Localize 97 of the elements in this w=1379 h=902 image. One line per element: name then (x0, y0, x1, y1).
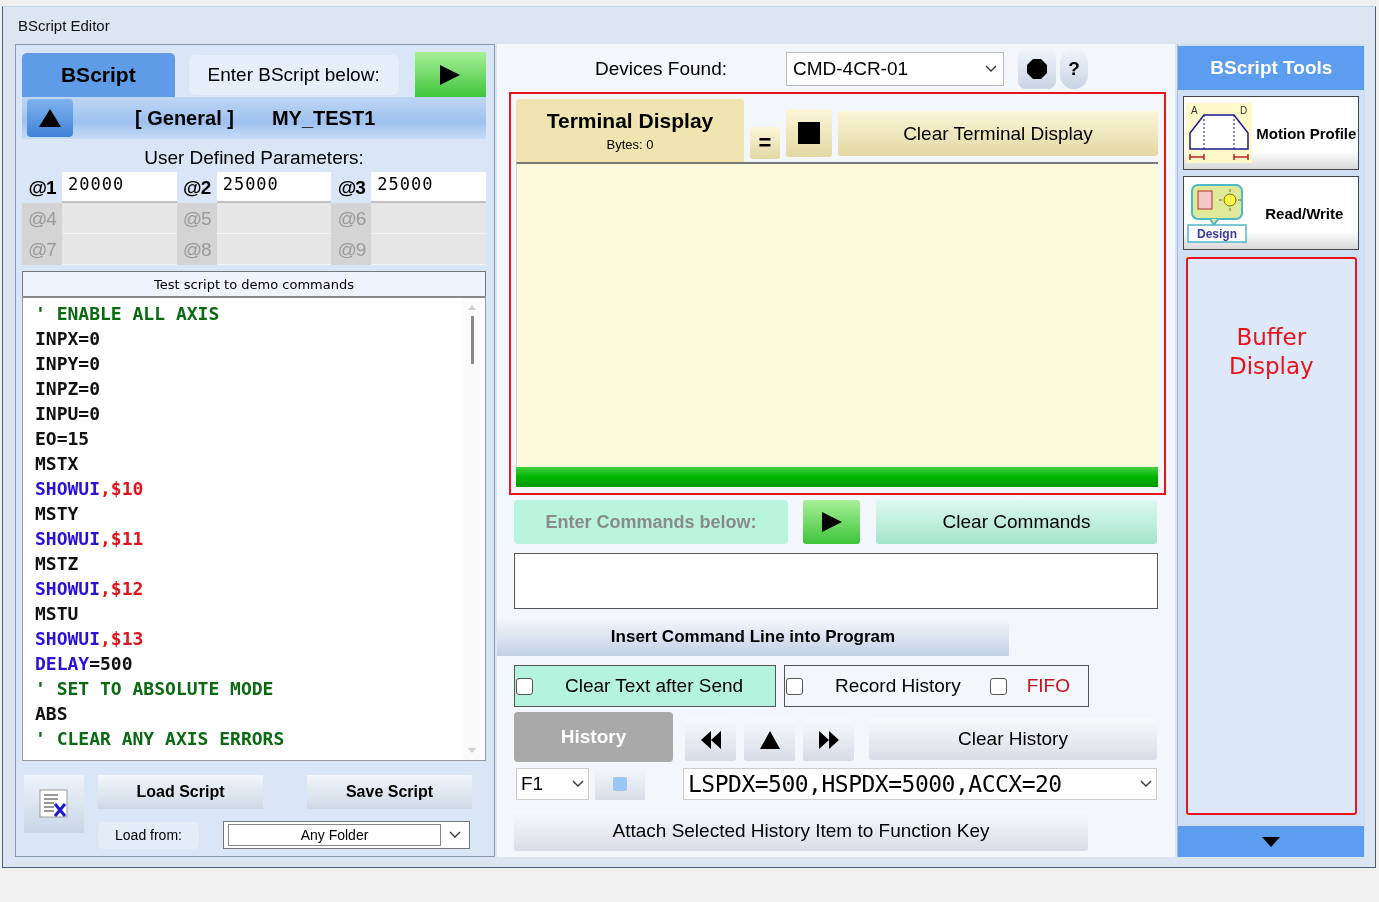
square-icon (798, 122, 820, 144)
parameter-label: @5 (176, 203, 217, 234)
code-line: INPY=0 (35, 352, 102, 376)
code-line: INPU=0 (35, 402, 102, 426)
code-line: INPX=0 (35, 327, 102, 351)
load-script-button[interactable]: Load Script (98, 775, 263, 809)
parameter-field[interactable]: 25000 (216, 172, 332, 203)
equal-button[interactable]: = (750, 127, 780, 159)
parameter-field[interactable]: 25000 (371, 172, 486, 203)
run-button[interactable] (414, 52, 486, 98)
code-line: MSTZ (35, 552, 80, 576)
history-dropdown[interactable]: LSPDX=500,HSPDX=5000,ACCX=20 (683, 768, 1157, 800)
code-line: MSTU (35, 602, 80, 626)
save-script-button[interactable]: Save Script (307, 775, 472, 809)
window-title: BScript Editor (18, 17, 110, 34)
tool-button[interactable]: A D Motion Profile (1183, 96, 1360, 170)
bscript-tab[interactable]: BScript (22, 53, 175, 97)
clear-script-button[interactable] (24, 775, 84, 833)
terminal-title: Terminal Display (546, 109, 714, 133)
option-label: Record History (835, 675, 961, 697)
square-icon (613, 777, 627, 791)
parameter-label: @1 (27, 175, 57, 200)
code-line: SHOWUI,$11 (35, 527, 145, 551)
code-line: SHOWUI,$10 (35, 477, 145, 501)
code-line: ' ENABLE ALL AXIS (35, 302, 221, 326)
code-line: ABS (35, 702, 69, 726)
clear-history-button[interactable]: Clear History (869, 718, 1157, 760)
code-line: DELAY=500 (35, 652, 134, 676)
parameters-title: User Defined Parameters: (143, 147, 365, 169)
prompt-label: Enter BScript below: (188, 55, 399, 95)
editor-title: Test script to demo commands (22, 271, 486, 296)
parameter-label: @2 (182, 175, 212, 200)
section-label: [ General ] (135, 106, 234, 130)
stop-square-button[interactable] (786, 109, 832, 157)
load-from-label: Load from: (98, 821, 199, 849)
devices-label: Devices Found: (595, 58, 728, 80)
play-icon (819, 511, 844, 533)
expand-icon[interactable] (1262, 836, 1281, 847)
folder-dropdown[interactable]: Any Folder (223, 821, 470, 849)
chevron-down-icon (449, 831, 461, 839)
fast-forward-icon (816, 731, 841, 749)
up-button[interactable] (744, 719, 795, 761)
parameter-field[interactable] (62, 234, 177, 265)
parameter-label: @3 (336, 175, 366, 200)
octagon-icon (1027, 59, 1047, 79)
clear-commands-button[interactable]: Clear Commands (876, 500, 1157, 544)
chevron-down-icon (1140, 780, 1152, 788)
parameter-label: @8 (176, 234, 217, 265)
function-key-dropdown[interactable]: F1 (516, 768, 589, 800)
code-line: MSTX (35, 452, 80, 476)
terminal-tab[interactable]: Terminal Display Bytes: 0 (516, 99, 744, 162)
code-editor[interactable]: ' ENABLE ALL AXIS INPX=0 INPY=0 INPZ=0 INPU=0 EO=15 MSTX SHOWUI,$10 MSTY SHOWUI,$11 MSTZ SHOWUI,$12 MSTU SHOWUI,$13 DELAY=500 ' SET TO ABSOLUTE MODE ABS ' CLEAR ANY AXIS ERRORS (22, 296, 486, 761)
parameter-field[interactable] (216, 203, 332, 234)
parameter-label: @4 (22, 203, 62, 234)
code-line: ' CLEAR ANY AXIS ERRORS (35, 727, 286, 751)
bytes-count: Bytes: 0 (606, 137, 654, 152)
parameter-label: @7 (22, 234, 62, 265)
attach-button[interactable]: Attach Selected History Item to Function Key (514, 811, 1088, 851)
parameter-field[interactable]: 20000 (62, 172, 177, 203)
buffer-label: Buffer Display (1227, 323, 1315, 381)
chevron-down-icon (985, 65, 997, 73)
parameter-field[interactable] (371, 203, 486, 234)
clear-terminal-button[interactable]: Clear Terminal Display (838, 111, 1158, 156)
send-button[interactable] (803, 500, 860, 544)
insert-command-button[interactable]: Insert Command Line into Program (497, 618, 1009, 656)
stop-button[interactable] (1018, 49, 1056, 89)
motion-profile-icon: A D (1186, 103, 1253, 163)
parameter-label: @9 (331, 234, 372, 265)
code-line: SHOWUI,$13 (35, 627, 145, 651)
chevron-down-icon (572, 780, 584, 788)
parameter-field[interactable] (216, 234, 332, 265)
help-button[interactable]: ? (1060, 49, 1088, 89)
parameter-field[interactable] (62, 203, 177, 234)
code-line: MSTY (35, 502, 80, 526)
command-input[interactable] (514, 553, 1158, 609)
code-line: ' SET TO ABSOLUTE MODE (35, 677, 275, 701)
fast-forward-button[interactable] (803, 719, 854, 761)
clear-document-icon (39, 789, 69, 819)
device-dropdown[interactable]: CMD-4CR-01 (786, 52, 1004, 86)
option-label: Clear Text after Send (565, 675, 744, 697)
triangle-up-icon (38, 108, 62, 128)
script-name: MY_TEST1 (271, 106, 376, 130)
tools-title: BScript Tools (1178, 46, 1365, 90)
triangle-up-icon (758, 731, 781, 749)
tool-button[interactable]: Design Read/Write (1183, 176, 1360, 250)
option-label: FIFO (1026, 675, 1070, 697)
rewind-button[interactable] (685, 719, 736, 761)
checkbox[interactable] (989, 677, 1007, 695)
checkbox[interactable] (516, 677, 533, 695)
code-line: INPZ=0 (35, 377, 102, 401)
parameter-field[interactable] (371, 234, 486, 265)
code-line: EO=15 (35, 427, 91, 451)
commands-label: Enter Commands below: (514, 500, 788, 544)
checkbox[interactable] (786, 677, 803, 695)
code-line: SHOWUI,$12 (35, 577, 145, 601)
parameter-label: @6 (331, 203, 372, 234)
collapse-button[interactable] (27, 99, 73, 137)
